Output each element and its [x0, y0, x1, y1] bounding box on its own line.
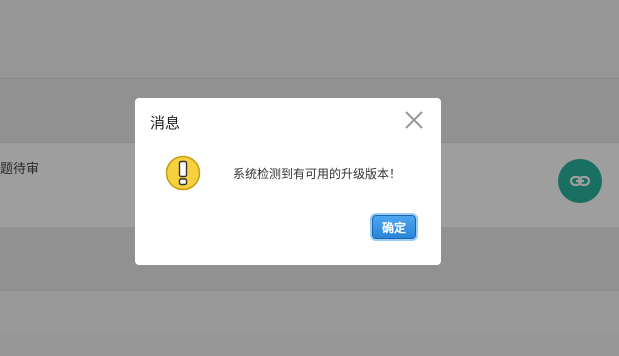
dialog-title: 消息 — [150, 114, 181, 132]
message-dialog: 消息 系统检测到有可用的升级版本！ 确定 — [135, 98, 441, 265]
warning-icon — [165, 155, 201, 191]
close-icon — [405, 111, 423, 129]
dialog-message: 系统检测到有可用的升级版本！ — [233, 167, 402, 181]
confirm-button[interactable]: 确定 — [372, 215, 416, 239]
close-button[interactable] — [403, 109, 425, 131]
